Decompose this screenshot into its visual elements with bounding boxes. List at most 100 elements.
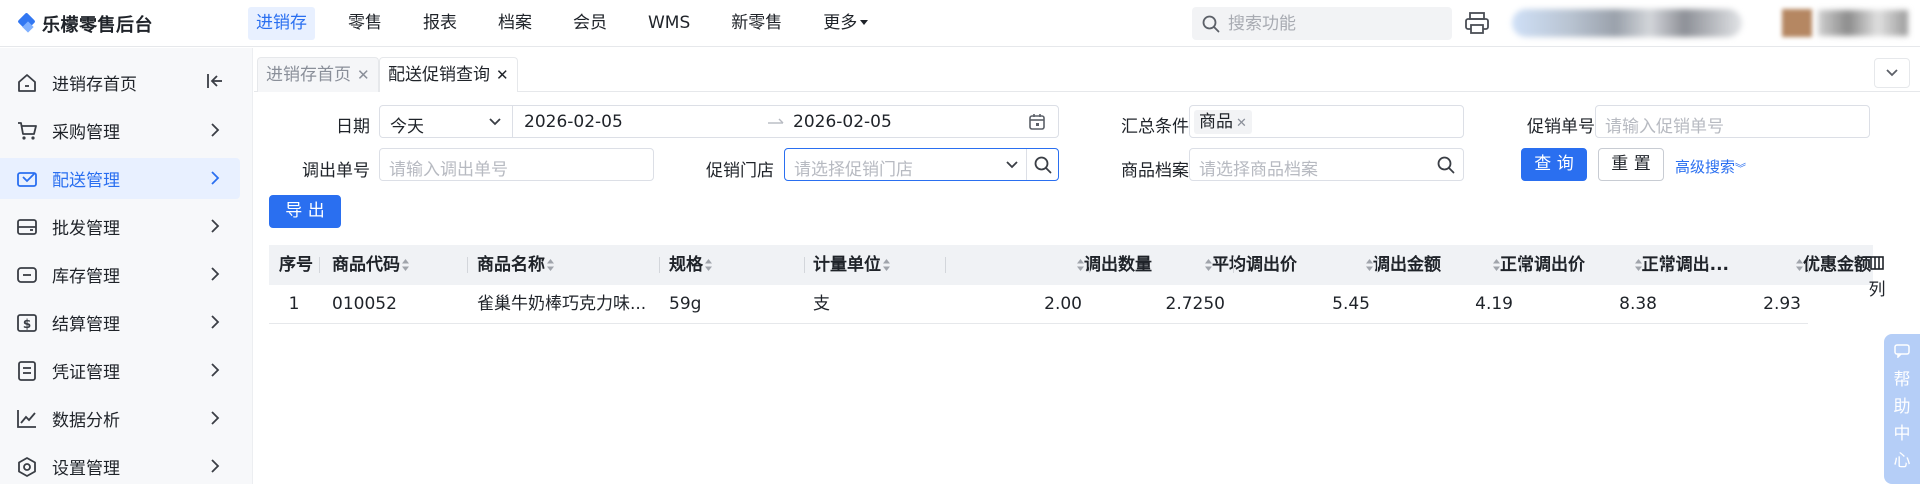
tab-label: 配送促销查询 bbox=[388, 65, 490, 85]
chevron-down-icon bbox=[1006, 161, 1018, 169]
summary-tag-label: 商品 bbox=[1199, 112, 1233, 132]
sort-icon bbox=[1634, 259, 1642, 271]
sidebar-item-label: 配送管理 bbox=[52, 171, 120, 191]
col-label: 计量单位 bbox=[813, 255, 881, 275]
col-unit[interactable]: 计量单位 bbox=[813, 245, 890, 285]
sidebar-item-purchase[interactable]: 采购管理 bbox=[0, 110, 240, 151]
col-product-code[interactable]: 商品代码 bbox=[332, 245, 409, 285]
printer-icon[interactable] bbox=[1464, 11, 1490, 35]
date-range-picker[interactable]: 今天 2026-02-05 2026-02-05 bbox=[379, 105, 1059, 138]
function-search[interactable] bbox=[1192, 7, 1452, 40]
nav-item-reports[interactable]: 报表 bbox=[415, 7, 465, 40]
cell-avg-transfer-price: 2.7250 bbox=[1165, 294, 1225, 314]
promo-store-label: 促销门店 bbox=[706, 161, 774, 181]
avatar[interactable] bbox=[1782, 9, 1812, 37]
home-icon bbox=[18, 74, 36, 92]
col-label: 商品代码 bbox=[332, 255, 400, 275]
search-icon[interactable] bbox=[1034, 156, 1052, 174]
sidebar-item-analytics[interactable]: 数据分析 bbox=[0, 398, 240, 439]
promo-no-placeholder: 请输入促销单号 bbox=[1605, 117, 1724, 137]
summary-tag: 商品 ✕ bbox=[1194, 110, 1252, 134]
nav-item-member[interactable]: 会员 bbox=[565, 7, 615, 40]
chevron-right-icon bbox=[211, 123, 220, 137]
date-end-value[interactable]: 2026-02-05 bbox=[793, 112, 892, 132]
sidebar-item-label: 数据分析 bbox=[52, 411, 120, 431]
summary-condition-select[interactable]: 商品 ✕ bbox=[1189, 105, 1464, 138]
top-bar: 乐檬零售后台 进销存 零售 报表 档案 会员 WMS 新零售 更多 bbox=[0, 0, 1920, 47]
table-row[interactable]: 1 010052 雀巢牛奶棒巧克力味... 59g 支 2.00 2.7250 … bbox=[269, 285, 1808, 324]
chart-icon bbox=[17, 410, 36, 428]
store-account-info[interactable] bbox=[1512, 9, 1742, 37]
delivery-icon bbox=[17, 172, 37, 187]
cell-transfer-qty: 2.00 bbox=[1044, 294, 1082, 314]
chevron-right-icon bbox=[211, 267, 220, 281]
column-settings-button[interactable]: 列 bbox=[1865, 255, 1889, 301]
nav-item-inventory[interactable]: 进销存 bbox=[248, 7, 315, 40]
export-button[interactable]: 导 出 bbox=[269, 195, 341, 228]
nav-item-new-retail[interactable]: 新零售 bbox=[723, 7, 790, 40]
column-settings-label: 列 bbox=[1868, 280, 1886, 300]
date-start-value[interactable]: 2026-02-05 bbox=[524, 112, 623, 132]
help-center-label: 帮助中心 bbox=[1893, 370, 1911, 471]
sidebar-item-voucher[interactable]: 凭证管理 bbox=[0, 350, 240, 391]
date-preset-select[interactable]: 今天 bbox=[380, 106, 513, 137]
search-icon bbox=[1202, 15, 1220, 32]
nav-item-wms[interactable]: WMS bbox=[640, 7, 698, 40]
advanced-search-link[interactable]: 高级搜索︾ bbox=[1675, 156, 1746, 177]
reset-button[interactable]: 重 置 bbox=[1598, 148, 1664, 181]
cell-product-code: 010052 bbox=[332, 294, 397, 314]
product-archive-label: 商品档案 bbox=[1121, 161, 1189, 181]
col-discount-amount[interactable]: 优惠金额 bbox=[1699, 245, 1871, 285]
col-label: 优惠金额 bbox=[1803, 255, 1871, 275]
nav-more-label: 更多 bbox=[823, 13, 858, 33]
help-center-button[interactable]: 帮助中心 bbox=[1884, 334, 1920, 484]
sort-icon bbox=[1796, 259, 1803, 271]
user-name[interactable] bbox=[1818, 10, 1908, 36]
svg-text:$: $ bbox=[23, 317, 31, 331]
date-label: 日期 bbox=[336, 117, 370, 137]
sidebar-item-home[interactable]: 进销存首页 bbox=[0, 62, 240, 103]
promo-no-label: 促销单号 bbox=[1527, 117, 1595, 137]
nav-item-archive[interactable]: 档案 bbox=[490, 7, 540, 40]
date-preset-value: 今天 bbox=[390, 117, 424, 137]
search-input[interactable] bbox=[1228, 13, 1428, 34]
cell-index: 1 bbox=[288, 294, 300, 314]
close-icon[interactable]: ✕ bbox=[1236, 116, 1247, 131]
table-header: 序号 商品代码 商品名称 规格 计量单位 调出数量 平均调出价 调出金额 正常调… bbox=[269, 245, 1873, 285]
nav-item-retail[interactable]: 零售 bbox=[340, 7, 390, 40]
tab-inventory-home[interactable]: 进销存首页 ✕ bbox=[257, 57, 379, 92]
chevron-right-icon bbox=[211, 411, 220, 425]
sort-icon bbox=[1493, 259, 1500, 271]
collapse-sidebar-icon[interactable] bbox=[203, 70, 225, 92]
col-product-name[interactable]: 商品名称 bbox=[477, 245, 554, 285]
sidebar-item-label: 进销存首页 bbox=[52, 75, 137, 95]
sidebar-item-wholesale[interactable]: 批发管理 bbox=[0, 206, 240, 247]
promo-store-select[interactable]: 请选择促销门店 bbox=[784, 148, 1059, 181]
sidebar-item-settlement[interactable]: $ 结算管理 bbox=[0, 302, 240, 343]
tab-menu-button[interactable] bbox=[1874, 58, 1910, 88]
product-archive-select[interactable]: 请选择商品档案 bbox=[1189, 148, 1464, 181]
sidebar-item-settings[interactable]: 设置管理 bbox=[0, 446, 240, 484]
close-icon[interactable]: ✕ bbox=[496, 66, 509, 84]
wholesale-icon bbox=[17, 219, 37, 235]
search-icon[interactable] bbox=[1437, 156, 1455, 174]
settlement-icon: $ bbox=[17, 314, 37, 332]
sort-icon bbox=[705, 259, 712, 271]
tab-label: 进销存首页 bbox=[266, 65, 351, 85]
voucher-icon bbox=[18, 361, 36, 381]
query-button[interactable]: 查 询 bbox=[1521, 148, 1587, 181]
product-archive-placeholder: 请选择商品档案 bbox=[1199, 160, 1318, 180]
transfer-no-field[interactable]: 请输入调出单号 bbox=[379, 148, 654, 181]
nav-item-more[interactable]: 更多 bbox=[815, 7, 876, 40]
tab-delivery-promo-query[interactable]: 配送促销查询 ✕ bbox=[379, 57, 518, 92]
sidebar-item-delivery[interactable]: 配送管理 bbox=[0, 158, 240, 199]
app-name: 乐檬零售后台 bbox=[42, 15, 153, 36]
col-spec[interactable]: 规格 bbox=[669, 245, 712, 285]
sidebar-item-inventory[interactable]: 库存管理 bbox=[0, 254, 240, 295]
sort-icon bbox=[1205, 259, 1212, 271]
logo-icon bbox=[18, 13, 36, 35]
promo-no-field[interactable]: 请输入促销单号 bbox=[1595, 105, 1870, 138]
close-icon[interactable]: ✕ bbox=[357, 66, 370, 84]
chevron-down-icon bbox=[489, 118, 501, 126]
app-logo[interactable]: 乐檬零售后台 bbox=[18, 11, 153, 37]
